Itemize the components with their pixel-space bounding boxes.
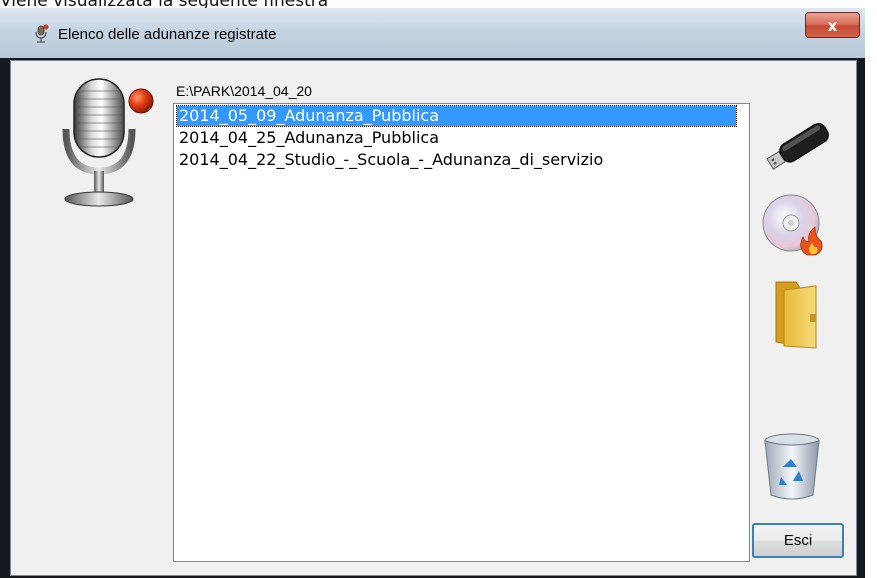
microphone-app-icon — [35, 24, 49, 43]
list-item[interactable]: 2014_05_09_Adunanza_Pubblica — [176, 105, 737, 127]
window-title: Elenco delle adunanze registrate — [58, 26, 277, 43]
app-window: Elenco delle adunanze registrate x E:\PA… — [0, 8, 865, 578]
title-bar[interactable]: Elenco delle adunanze registrate x — [0, 8, 865, 58]
list-item[interactable]: 2014_04_25_Adunanza_Pubblica — [177, 128, 441, 148]
recordings-list[interactable]: 2014_05_09_Adunanza_Pubblica 2014_04_25_… — [173, 103, 750, 562]
burn-disc-icon[interactable] — [759, 191, 829, 261]
recycle-bin-icon[interactable] — [761, 431, 823, 503]
close-button[interactable]: x — [805, 12, 860, 38]
usb-drive-icon[interactable] — [759, 116, 839, 176]
list-item[interactable]: 2014_04_22_Studio_-_Scuola_-_Adunanza_di… — [177, 150, 605, 170]
exit-button[interactable]: Esci — [752, 523, 844, 558]
folder-icon[interactable] — [766, 276, 826, 351]
folder-path: E:\PARK\2014_04_20 — [176, 83, 312, 99]
dialog-body: E:\PARK\2014_04_20 2014_05_09_Adunanza_P… — [10, 60, 857, 576]
microphone-icon — [62, 78, 154, 207]
